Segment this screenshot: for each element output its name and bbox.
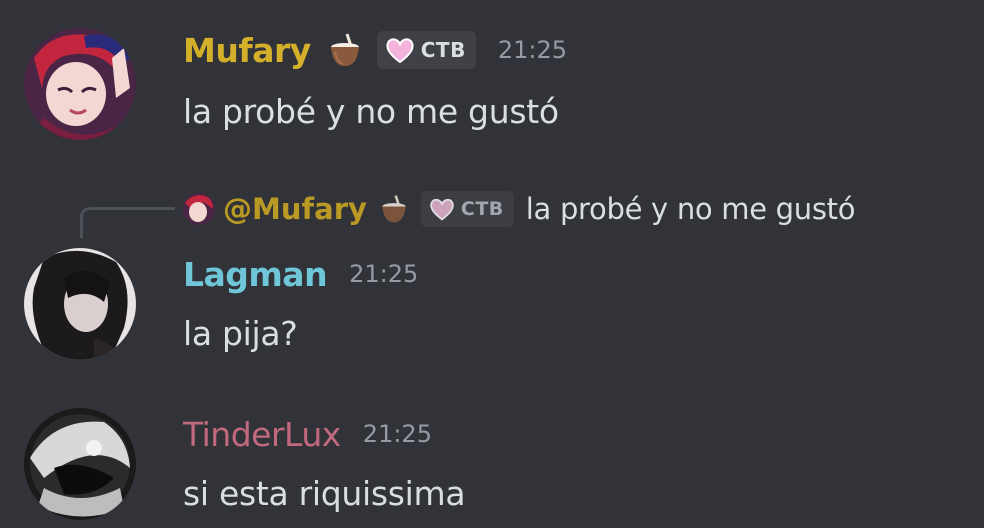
coconut-drink-icon [379, 194, 409, 224]
message-header: Lagman 21:25 [183, 252, 418, 296]
timestamp[interactable]: 21:25 [363, 420, 432, 448]
avatar[interactable] [24, 248, 136, 360]
guild-tag[interactable]: CTB [376, 31, 476, 69]
username[interactable]: Mufary [183, 31, 311, 70]
username[interactable]: TinderLux [183, 415, 341, 454]
username[interactable]: Lagman [183, 255, 328, 294]
heart-icon [429, 196, 455, 222]
heart-icon [385, 35, 415, 65]
message-mufary: Mufary CTB 21:25 la probé y no me gustó [0, 0, 984, 170]
message-header: Mufary CTB 21:25 [183, 28, 567, 72]
avatar-dark-hair-image [24, 248, 136, 360]
reply-guild-tag: CTB [420, 191, 514, 227]
reply-text[interactable]: la probé y no me gustó [526, 192, 856, 226]
reply-preview[interactable]: @Mufary CTB la probé y no me gustó [183, 189, 856, 229]
guild-tag-label: CTB [420, 38, 466, 62]
timestamp[interactable]: 21:25 [349, 260, 418, 288]
message-tinderlux: TinderLux 21:25 si esta riquissima [0, 390, 984, 528]
avatar-anime-girl-image [24, 28, 136, 140]
message-text: la pija? [183, 314, 298, 353]
message-header: TinderLux 21:25 [183, 412, 432, 456]
coconut-drink-icon [327, 32, 363, 68]
timestamp[interactable]: 21:25 [498, 36, 567, 64]
avatar[interactable] [24, 28, 136, 140]
avatar[interactable] [24, 408, 136, 520]
reply-avatar [183, 193, 215, 225]
message-lagman: Lagman 21:25 la pija? [0, 240, 984, 370]
reply-username[interactable]: @Mufary [223, 192, 367, 226]
avatar-monochrome-image [24, 408, 136, 520]
reply-guild-tag-label: CTB [460, 198, 504, 220]
message-text: la probé y no me gustó [183, 92, 559, 131]
message-text: si esta riquissima [183, 474, 466, 513]
reply-spine [80, 207, 175, 238]
